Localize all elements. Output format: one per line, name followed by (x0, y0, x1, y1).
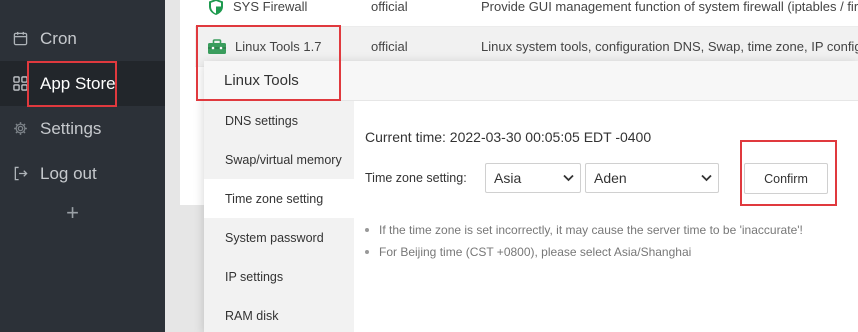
list-item: For Beijing time (CST +0800), please sel… (365, 241, 803, 263)
dialog-title: Linux Tools (204, 61, 858, 101)
shield-icon (209, 0, 223, 15)
chevron-down-icon (563, 174, 574, 182)
logout-icon (12, 166, 28, 182)
city-select[interactable]: Aden (585, 163, 719, 193)
calendar-icon (12, 31, 28, 47)
time-zone-label: Time zone setting: (365, 171, 467, 185)
time-zone-panel: Current time: 2022-03-30 00:05:05 EDT -0… (354, 101, 858, 332)
app-description: Provide GUI management function of syste… (481, 0, 858, 14)
sidebar: Cron App Store Settings Log out + (0, 0, 165, 332)
sidebar-item-logout[interactable]: Log out (0, 151, 165, 196)
dialog-tabs: DNS settings Swap/virtual memory Time zo… (204, 101, 354, 332)
current-time: Current time: 2022-03-30 00:05:05 EDT -0… (365, 129, 652, 145)
sidebar-item-label: App Store (40, 73, 116, 93)
app-type: official (371, 39, 408, 54)
gear-icon (12, 121, 28, 137)
app-type: official (371, 0, 408, 14)
tab-ip-settings[interactable]: IP settings (204, 257, 354, 296)
grid-icon (12, 76, 28, 92)
sidebar-item-label: Settings (40, 118, 102, 138)
sidebar-item-settings[interactable]: Settings (0, 106, 165, 151)
tab-ram-disk[interactable]: RAM disk (204, 296, 354, 332)
app-description: Linux system tools, configuration DNS, S… (481, 39, 858, 54)
chevron-down-icon (701, 174, 712, 182)
tab-system-password[interactable]: System password (204, 218, 354, 257)
tab-time-zone[interactable]: Time zone setting (204, 179, 354, 218)
tips-list: If the time zone is set incorrectly, it … (365, 219, 803, 263)
sidebar-item-cron[interactable]: Cron (0, 16, 165, 61)
tab-swap[interactable]: Swap/virtual memory (204, 140, 354, 179)
sidebar-item-label: Cron (40, 28, 77, 48)
linux-tools-dialog: Linux Tools DNS settings Swap/virtual me… (204, 61, 858, 332)
table-row: SYS Firewall official Provide GUI manage… (195, 0, 858, 27)
confirm-button[interactable]: Confirm (744, 163, 828, 194)
list-item: If the time zone is set incorrectly, it … (365, 219, 803, 241)
toolbox-icon (208, 38, 226, 54)
region-select[interactable]: Asia (485, 163, 581, 193)
app-name: SYS Firewall (233, 0, 308, 14)
sidebar-item-label: Log out (40, 163, 97, 183)
app-name: Linux Tools 1.7 (235, 39, 322, 54)
add-menu-button[interactable]: + (0, 200, 145, 226)
tab-dns-settings[interactable]: DNS settings (204, 101, 354, 140)
sidebar-item-app-store[interactable]: App Store (0, 61, 165, 106)
